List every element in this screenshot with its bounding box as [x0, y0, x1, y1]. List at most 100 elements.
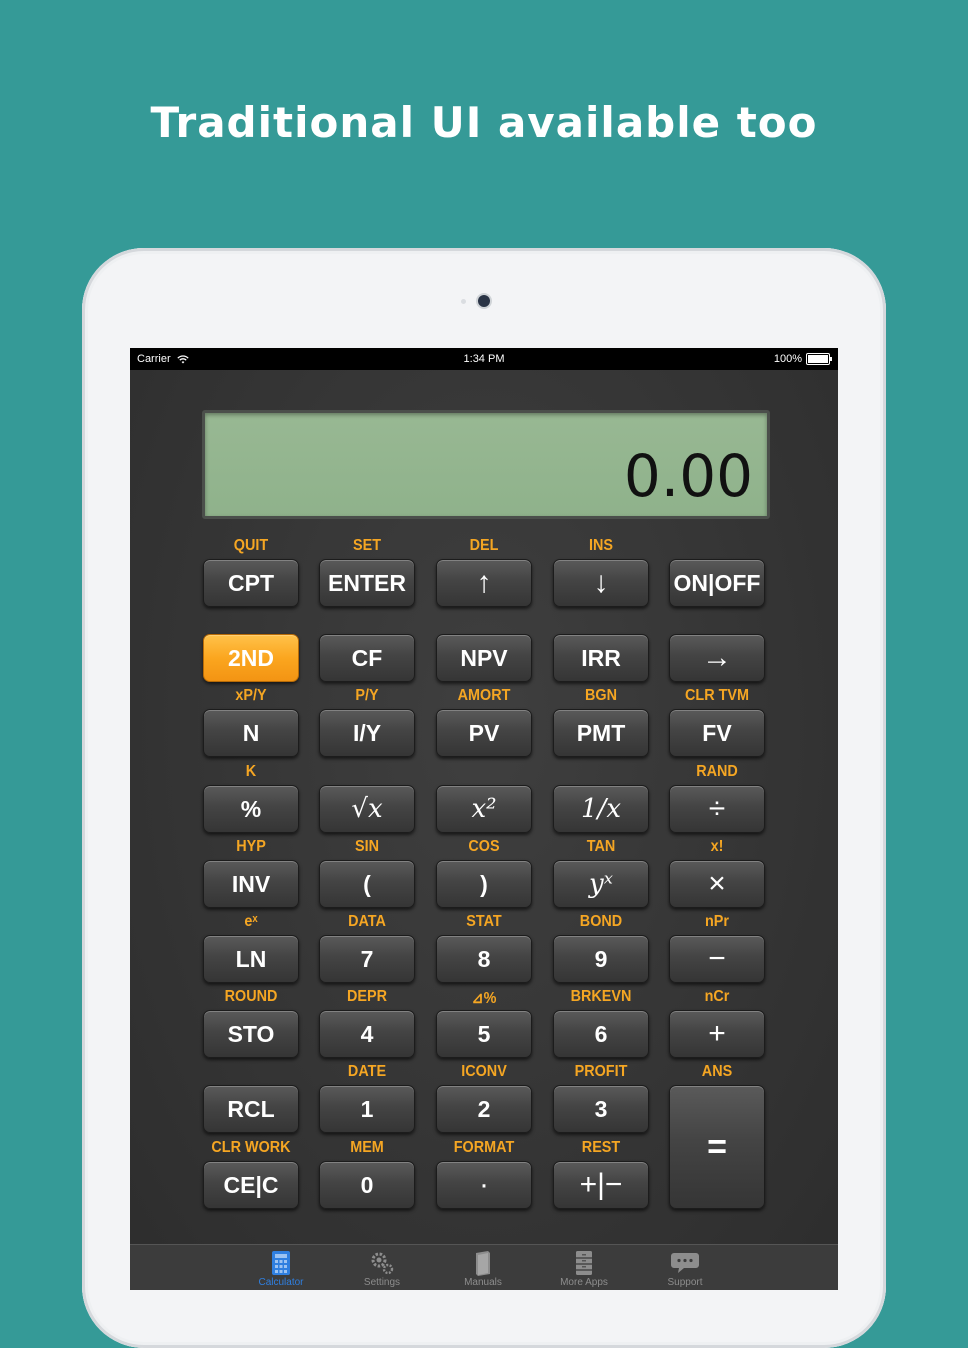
secondary-label-profit: PROFIT — [574, 1063, 628, 1080]
cf-key[interactable]: CF — [319, 634, 415, 682]
up-arrow-key[interactable]: ↑ — [436, 559, 532, 607]
0-key[interactable]: 0 — [319, 1161, 415, 1209]
tab-label: Calculator — [258, 1277, 304, 1288]
pv-key[interactable]: PV — [436, 709, 532, 757]
key-label: ) — [480, 870, 488, 897]
pmt-key[interactable]: PMT — [553, 709, 649, 757]
key-label: % — [240, 795, 262, 822]
close-paren-key[interactable]: ) — [436, 860, 532, 908]
tab-support[interactable]: Support — [635, 1245, 735, 1290]
secondary-label-bond: BOND — [579, 913, 623, 930]
display-value: 0.00 — [623, 442, 753, 510]
sto-key[interactable]: STO — [203, 1010, 299, 1058]
key-label: PMT — [576, 719, 626, 746]
secondary-label-set: SET — [352, 537, 382, 554]
secondary-label-clr-work: CLR WORK — [211, 1139, 291, 1156]
open-paren-key[interactable]: ( — [319, 860, 415, 908]
fv-key[interactable]: FV — [669, 709, 765, 757]
irr-key[interactable]: IRR — [553, 634, 649, 682]
secondary-label-rest: REST — [581, 1139, 621, 1156]
8-key[interactable]: 8 — [436, 935, 532, 983]
secondary-label-data: DATA — [348, 913, 386, 930]
key-label: ↑ — [476, 566, 492, 599]
cpt-key[interactable]: CPT — [203, 559, 299, 607]
sensor-dot — [461, 299, 466, 304]
secondary-label-mem: MEM — [350, 1139, 384, 1156]
key-label: 1/x — [581, 794, 621, 824]
key-label: × — [708, 867, 726, 900]
secondary-label-brkevn: BRKEVN — [570, 988, 632, 1005]
9-key[interactable]: 9 — [553, 935, 649, 983]
tab-label: Manuals — [464, 1277, 502, 1288]
decimal-point-key[interactable]: · — [436, 1161, 532, 1209]
key-label: → — [702, 641, 732, 674]
2-key[interactable]: 2 — [436, 1085, 532, 1133]
equals-key[interactable]: = — [669, 1085, 765, 1209]
rcl-key[interactable]: RCL — [203, 1085, 299, 1133]
key-label: RCL — [227, 1095, 275, 1122]
clear-key[interactable]: CE|C — [203, 1161, 299, 1209]
secondary-label-amort: AMORT — [457, 687, 511, 704]
6-key[interactable]: 6 — [553, 1010, 649, 1058]
secondary-label-ans: ANS — [701, 1063, 733, 1080]
tab-label: Settings — [363, 1277, 401, 1288]
square-key[interactable]: x² — [436, 785, 532, 833]
reciprocal-key[interactable]: 1/x — [553, 785, 649, 833]
i-y-key[interactable]: I/Y — [319, 709, 415, 757]
tab-label: Support — [667, 1277, 703, 1288]
key-label: 3 — [594, 1095, 608, 1122]
key-label: STO — [227, 1020, 275, 1047]
power-key[interactable]: yˣ — [553, 860, 649, 908]
key-label: + — [708, 1017, 726, 1050]
key-label: 2ND — [227, 644, 274, 671]
down-arrow-key[interactable]: ↓ — [553, 559, 649, 607]
right-arrow-key[interactable]: → — [669, 634, 765, 682]
status-bar: Carrier 1:34 PM 100% — [130, 348, 838, 370]
1-key[interactable]: 1 — [319, 1085, 415, 1133]
key-label: · — [479, 1168, 489, 1201]
secondary-label-bgn: BGN — [584, 687, 618, 704]
7-key[interactable]: 7 — [319, 935, 415, 983]
4-key[interactable]: 4 — [319, 1010, 415, 1058]
secondary-label-cos: COS — [468, 838, 500, 855]
key-label: = — [707, 1127, 727, 1166]
tab-settings[interactable]: Settings — [332, 1245, 432, 1290]
sign-toggle-key[interactable]: +|− — [553, 1161, 649, 1209]
square-root-key[interactable]: √x — [319, 785, 415, 833]
lcd-display: 0.00 — [202, 410, 770, 519]
calculator-screen: Carrier 1:34 PM 100% 0.00 QUIT SET DEL INS x… — [130, 348, 838, 1290]
on-off-key[interactable]: ON|OFF — [669, 559, 765, 607]
status-time: 1:34 PM — [463, 353, 505, 365]
tab-manuals[interactable]: Manuals — [433, 1245, 533, 1290]
plus-key[interactable]: + — [669, 1010, 765, 1058]
tab-more-apps[interactable]: More Apps — [534, 1245, 634, 1290]
ln-key[interactable]: LN — [203, 935, 299, 983]
key-label: I/Y — [352, 719, 382, 746]
secondary-label-quit: QUIT — [233, 537, 269, 554]
npv-key[interactable]: NPV — [436, 634, 532, 682]
divide-key[interactable]: ÷ — [669, 785, 765, 833]
key-label: 9 — [594, 945, 608, 972]
inv-key[interactable]: INV — [203, 860, 299, 908]
key-label: ÷ — [708, 792, 726, 825]
key-label: x² — [471, 794, 497, 824]
secondary-label-k: K — [245, 763, 257, 780]
enter-key[interactable]: ENTER — [319, 559, 415, 607]
gear-icon — [371, 1252, 394, 1275]
key-label: √x — [351, 794, 383, 824]
secondary-label-tan: TAN — [586, 838, 616, 855]
5-key[interactable]: 5 — [436, 1010, 532, 1058]
key-label: IRR — [581, 644, 621, 671]
calculator-icon — [272, 1251, 290, 1275]
key-label: ON|OFF — [673, 569, 761, 596]
multiply-key[interactable]: × — [669, 860, 765, 908]
key-label: 7 — [360, 945, 374, 972]
2nd-key[interactable]: 2ND — [203, 634, 299, 682]
n-key[interactable]: N — [203, 709, 299, 757]
front-camera — [478, 295, 490, 307]
key-label: 0 — [360, 1171, 374, 1198]
3-key[interactable]: 3 — [553, 1085, 649, 1133]
tab-calculator[interactable]: Calculator — [231, 1245, 331, 1290]
minus-key[interactable]: − — [669, 935, 765, 983]
percent-key[interactable]: % — [203, 785, 299, 833]
